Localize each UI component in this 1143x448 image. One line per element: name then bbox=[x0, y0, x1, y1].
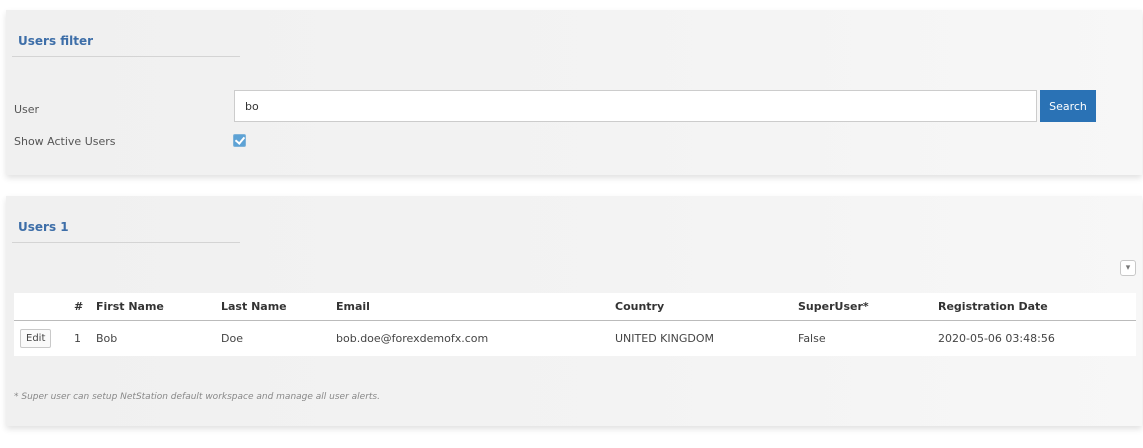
superuser-cell: False bbox=[798, 331, 826, 345]
search-button[interactable]: Search bbox=[1040, 90, 1096, 122]
column-header-country[interactable]: Country bbox=[609, 293, 792, 321]
index-cell: 1 bbox=[74, 331, 81, 345]
users-count-title: Users 1 bbox=[18, 220, 69, 234]
column-header-superuser[interactable]: SuperUser* bbox=[792, 293, 932, 321]
country-cell: UNITED KINGDOM bbox=[615, 331, 714, 345]
title-divider bbox=[12, 56, 240, 57]
column-header-last-name[interactable]: Last Name bbox=[215, 293, 330, 321]
user-search-input[interactable] bbox=[234, 90, 1037, 122]
table-row: Edit 1 Bob Doe bob.doe@forexdemofx.com U… bbox=[14, 320, 1136, 356]
column-header-actions bbox=[14, 293, 68, 321]
last-name-cell: Doe bbox=[221, 331, 243, 345]
show-active-users-label: Show Active Users bbox=[14, 135, 116, 148]
edit-user-button[interactable]: Edit bbox=[20, 328, 52, 348]
column-header-index[interactable]: # bbox=[68, 293, 90, 321]
user-label: User bbox=[14, 103, 40, 116]
users-filter-title: Users filter bbox=[18, 34, 94, 48]
expand-collapse-icon[interactable]: ▾ bbox=[1120, 260, 1136, 276]
first-name-cell: Bob bbox=[96, 331, 118, 345]
email-cell: bob.doe@forexdemofx.com bbox=[336, 331, 489, 345]
title-divider bbox=[12, 242, 240, 243]
column-header-email[interactable]: Email bbox=[330, 293, 609, 321]
table-header-row: # First Name Last Name Email Country Sup… bbox=[14, 293, 1136, 321]
users-table: # First Name Last Name Email Country Sup… bbox=[14, 293, 1136, 356]
show-active-users-checkbox[interactable] bbox=[233, 134, 246, 147]
superuser-footnote: * Super user can setup NetStation defaul… bbox=[14, 392, 380, 402]
column-header-first-name[interactable]: First Name bbox=[90, 293, 215, 321]
column-header-registration-date[interactable]: Registration Date bbox=[932, 293, 1136, 321]
actions-cell: Edit bbox=[14, 320, 68, 356]
users-filter-panel: Users filter User Search Show Active Use… bbox=[6, 10, 1142, 175]
registration-date-cell: 2020-05-06 03:48:56 bbox=[938, 331, 1055, 345]
users-panel: Users 1 ▾ # First Name Last Name Email C… bbox=[6, 196, 1142, 426]
